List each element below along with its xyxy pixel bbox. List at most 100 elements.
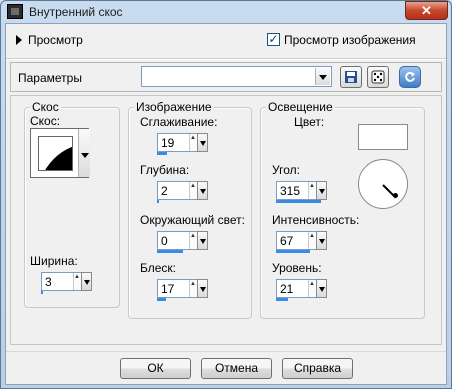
app-icon <box>7 4 23 19</box>
light-color-swatch[interactable] <box>358 124 408 150</box>
color-label: Цвет: <box>294 115 325 129</box>
width-updown-icon[interactable]: ▲▼ <box>73 273 86 290</box>
bevel-shape-picker[interactable] <box>30 128 90 178</box>
ambience-spinner[interactable]: 0 ▲▼ <box>157 231 208 250</box>
dialog-client: Просмотр ✓ Просмотр изображения Параметр… <box>5 23 447 385</box>
ambience-bar[interactable] <box>157 250 183 253</box>
bevel-group-title: Скос <box>30 100 61 114</box>
elevation-label: Уровень: <box>272 261 322 275</box>
window-title: Внутренний скос <box>29 5 123 19</box>
depth-bar[interactable] <box>157 200 159 203</box>
image-group: Изображение Сглаживание: 19 ▲▼ Глубина: … <box>128 100 252 319</box>
width-bar[interactable] <box>41 291 43 294</box>
smoothing-value: 19 <box>161 136 175 150</box>
depth-spinner[interactable]: 2 ▲▼ <box>157 181 208 200</box>
preview-row: Просмотр ✓ Просмотр изображения <box>6 24 446 58</box>
bevel-shape-label: Скос: <box>30 114 61 128</box>
shininess-value: 17 <box>161 282 175 296</box>
depth-dropdown-button[interactable] <box>197 181 208 200</box>
angle-dropdown-button[interactable] <box>316 181 327 200</box>
bevel-shape-dropdown-button[interactable] <box>78 129 90 177</box>
lighting-group-title: Освещение <box>266 100 335 114</box>
intensity-label: Интенсивность: <box>272 213 360 227</box>
shininess-label: Блеск: <box>140 261 176 275</box>
separator <box>6 351 446 352</box>
chevron-down-icon <box>318 188 325 194</box>
ok-button[interactable]: ОК <box>120 358 191 379</box>
image-group-title: Изображение <box>134 100 214 114</box>
intensity-value: 67 <box>280 234 294 248</box>
presets-panel: Параметры <box>10 62 442 92</box>
width-label: Ширина: <box>30 254 78 268</box>
depth-value: 2 <box>161 184 168 198</box>
separator <box>6 58 446 60</box>
lighting-group: Освещение Цвет: Угол: 315 ▲▼ Интенсивнос… <box>260 100 425 319</box>
presets-dropdown[interactable] <box>141 66 332 87</box>
shininess-updown-icon[interactable]: ▲▼ <box>189 280 202 297</box>
intensity-bar[interactable] <box>276 250 310 253</box>
elevation-bar[interactable] <box>276 298 288 301</box>
chevron-down-icon <box>199 188 206 194</box>
smoothing-label: Сглаживание: <box>140 115 218 129</box>
ambience-dropdown-button[interactable] <box>197 231 208 250</box>
smoothing-dropdown-button[interactable] <box>197 133 208 152</box>
preview-toggle-label[interactable]: Просмотр <box>28 33 83 47</box>
chevron-down-icon <box>80 153 89 158</box>
intensity-spinner[interactable]: 67 ▲▼ <box>276 231 327 250</box>
smoothing-spinner[interactable]: 19 ▲▼ <box>157 133 208 152</box>
intensity-updown-icon[interactable]: ▲▼ <box>308 232 321 249</box>
presets-dropdown-button[interactable] <box>315 68 330 85</box>
elevation-updown-icon[interactable]: ▲▼ <box>308 280 321 297</box>
random-preset-button[interactable] <box>367 66 389 88</box>
chevron-down-icon <box>319 74 327 80</box>
width-dropdown-button[interactable] <box>81 272 92 291</box>
intensity-dropdown-button[interactable] <box>316 231 327 250</box>
shininess-dropdown-button[interactable] <box>197 279 208 298</box>
depth-updown-icon[interactable]: ▲▼ <box>189 182 202 199</box>
smoothing-bar[interactable] <box>157 152 167 155</box>
close-button[interactable]: ✕ <box>405 1 448 20</box>
cancel-button[interactable]: Отмена <box>201 358 272 379</box>
chevron-down-icon <box>199 238 206 244</box>
chevron-down-icon <box>318 286 325 292</box>
angle-dial[interactable] <box>358 159 408 209</box>
help-button[interactable]: Справка <box>282 358 353 379</box>
title-bar[interactable]: Внутренний скос ✕ <box>1 1 451 23</box>
image-preview-checkbox[interactable]: ✓ <box>267 33 280 46</box>
bevel-shape-preview <box>38 136 73 171</box>
chevron-down-icon <box>199 140 206 146</box>
angle-bar[interactable] <box>276 200 321 203</box>
settings-area: Скос Скос: Ширина: 3 ▲▼ Изображение Сгла… <box>10 95 442 345</box>
smoothing-updown-icon[interactable]: ▲▼ <box>189 134 202 151</box>
ambience-value: 0 <box>161 234 168 248</box>
presets-label: Параметры <box>18 71 82 85</box>
image-preview-label[interactable]: Просмотр изображения <box>284 33 416 47</box>
dialog-window: Внутренний скос ✕ Просмотр ✓ Просмотр из… <box>0 0 452 389</box>
chevron-down-icon <box>318 238 325 244</box>
chevron-down-icon <box>199 286 206 292</box>
angle-dial-knob <box>393 193 398 198</box>
ambience-label: Окружающий свет: <box>140 213 245 227</box>
expand-preview-icon[interactable] <box>16 35 22 45</box>
shininess-spinner[interactable]: 17 ▲▼ <box>157 279 208 298</box>
bevel-group: Скос Скос: Ширина: 3 ▲▼ <box>24 100 120 308</box>
depth-label: Глубина: <box>140 163 190 177</box>
angle-label: Угол: <box>272 163 300 177</box>
floppy-disk-icon <box>345 71 357 83</box>
chevron-down-icon <box>83 279 90 285</box>
dice-icon <box>371 70 385 84</box>
width-spinner[interactable]: 3 ▲▼ <box>41 272 92 291</box>
bevel-shape-icon <box>39 143 72 170</box>
elevation-value: 21 <box>280 282 294 296</box>
elevation-spinner[interactable]: 21 ▲▼ <box>276 279 327 298</box>
ambience-updown-icon[interactable]: ▲▼ <box>189 232 202 249</box>
reset-button[interactable] <box>399 66 421 88</box>
save-preset-button[interactable] <box>340 66 362 88</box>
elevation-dropdown-button[interactable] <box>316 279 327 298</box>
angle-value: 315 <box>280 184 301 198</box>
shininess-bar[interactable] <box>157 298 166 301</box>
width-value: 3 <box>45 275 52 289</box>
reset-arrow-icon <box>405 71 415 82</box>
angle-updown-icon[interactable]: ▲▼ <box>308 182 321 199</box>
angle-spinner[interactable]: 315 ▲▼ <box>276 181 327 200</box>
